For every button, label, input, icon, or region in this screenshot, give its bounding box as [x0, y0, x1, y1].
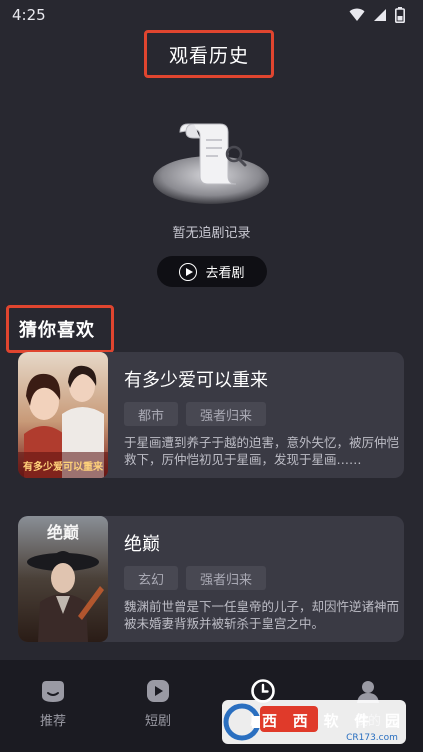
watermark-url: CR173.com	[346, 733, 398, 743]
drama-cover-image: 绝巅	[18, 516, 108, 642]
page-title-highlight: 观看历史	[144, 30, 274, 78]
battery-icon	[395, 7, 405, 23]
empty-message: 暂无追剧记录	[172, 226, 251, 241]
site-watermark-logo: 西西软件园 CR173.com	[222, 700, 406, 744]
nav-label: 短剧	[144, 714, 171, 729]
tag-row: 玄幻 强者归来	[124, 566, 398, 590]
play-circle-icon	[179, 262, 198, 281]
play-square-icon	[147, 680, 169, 702]
go-watch-button[interactable]: 去看剧	[157, 256, 267, 287]
drama-card[interactable]: 绝巅 绝巅 玄幻 强者归来 魏渊前世曾是下一任皇帝的儿子，却因忤逆诸神而被未婚妻…	[18, 516, 404, 642]
recommend-icon	[42, 681, 64, 702]
status-time: 4:25	[12, 6, 46, 24]
empty-scroll-icon	[153, 123, 269, 204]
nav-label: 推荐	[39, 714, 66, 729]
nav-item-shorts[interactable]: 短剧	[128, 678, 188, 729]
nav-item-recommend[interactable]: 推荐	[23, 678, 83, 729]
drama-tag: 强者归来	[186, 566, 267, 590]
drama-cover-text: 绝巅	[47, 523, 79, 542]
status-icons	[349, 7, 405, 23]
drama-tag: 玄幻	[124, 566, 179, 590]
drama-title: 有多少爱可以重来	[124, 370, 268, 391]
drama-cover-image: 有多少爱可以重来	[18, 352, 108, 478]
page-title: 观看历史	[168, 44, 249, 67]
status-bar: 4:25	[0, 0, 423, 30]
drama-tag: 都市	[124, 402, 179, 426]
drama-title: 绝巅	[124, 534, 160, 555]
wifi-icon	[349, 8, 365, 21]
signal-icon	[374, 9, 386, 21]
go-watch-label: 去看剧	[205, 266, 245, 281]
drama-cover-text: 有多少爱可以重来	[23, 460, 104, 473]
drama-description: 于星画遭到养子于越的迫害，意外失忆，被厉仲恺救下，厉仲恺初见于星画，发现于星画……	[124, 435, 400, 467]
tag-row: 都市 强者归来	[124, 402, 398, 426]
drama-card[interactable]: 有多少爱可以重来 有多少爱可以重来 都市 强者归来 于星画遭到养子于越的迫害，意…	[18, 352, 404, 478]
drama-tag: 强者归来	[186, 402, 267, 426]
section-title-highlight: 猜你喜欢	[6, 305, 114, 353]
drama-description: 魏渊前世曾是下一任皇帝的儿子，却因忤逆诸神而被未婚妻背叛并被斩杀于皇宫之中。	[124, 599, 400, 631]
section-title: 猜你喜欢	[19, 320, 95, 341]
